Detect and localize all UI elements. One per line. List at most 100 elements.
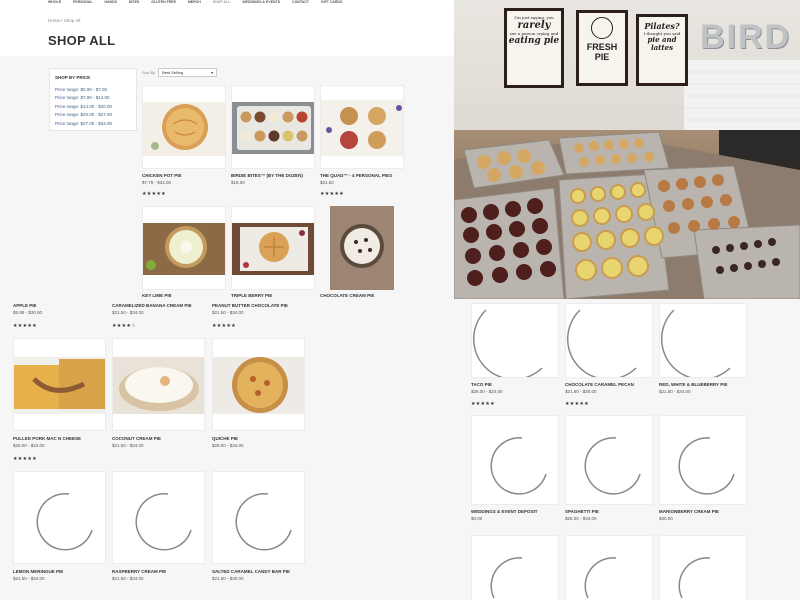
- product-image-triple-berry-pie[interactable]: [231, 206, 315, 290]
- product-rating: ★★★★★: [13, 456, 37, 462]
- product-image-the-quad[interactable]: [320, 85, 404, 169]
- product-name[interactable]: CHOCOLATE CARAMEL PECAN: [565, 382, 634, 387]
- product-name[interactable]: SALTED CARAMEL CANDY BAR PIE: [212, 569, 290, 574]
- breadcrumb-home-link[interactable]: Home: [48, 18, 60, 23]
- loading-spinner-icon: [678, 557, 711, 599]
- product-rating: ★★★★★: [212, 323, 236, 329]
- product-price: $21.50 - $34.00: [659, 389, 691, 394]
- product-image-loading[interactable]: [659, 303, 747, 378]
- product-price: $5.95 - $30.00: [13, 310, 43, 315]
- pie-trays: [454, 131, 800, 299]
- loading-spinner-icon: [235, 493, 292, 551]
- product-name[interactable]: TRIPLE BERRY PIE: [231, 293, 272, 298]
- sort-select[interactable]: Best Selling ▾: [158, 68, 218, 77]
- loading-spinner-icon: [490, 557, 523, 599]
- product-grid-left: APPLE PIE $5.95 - $30.00 ★★★★★ CARAMELIZ…: [0, 299, 322, 600]
- product-name[interactable]: QUICHE PIE: [212, 436, 238, 441]
- product-price: $21.50 - $30.00: [565, 389, 597, 394]
- product-image-pulled-pork-mac[interactable]: [13, 338, 106, 431]
- price-range-link[interactable]: Price range: $14.00 - $20.00: [55, 103, 131, 111]
- sign-text: PIE: [594, 52, 610, 62]
- bakery-photo: I'm just saying, you rarely see a person…: [454, 0, 800, 299]
- product-name[interactable]: LEMON MERINGUE PIE: [13, 569, 63, 574]
- page-title: SHOP ALL: [48, 33, 116, 48]
- product-name[interactable]: WEDDINGS & EVENT DEPOSIT: [471, 509, 538, 514]
- price-range-link[interactable]: Price range: $27.00 - $34.00: [55, 120, 131, 128]
- product-image-loading[interactable]: [212, 471, 305, 564]
- product-name[interactable]: PEANUT BUTTER CHOCOLATE PIE: [212, 303, 288, 308]
- product-price: $21.50 - $34.00: [13, 576, 45, 581]
- sign-text: FRESH: [586, 42, 618, 52]
- sign-text: rarely: [517, 20, 551, 31]
- price-range-link[interactable]: Price range: $20.00 - $27.00: [55, 111, 131, 119]
- product-image-loading[interactable]: [471, 303, 559, 378]
- product-name[interactable]: PULLED PORK MAC N CHEESE: [13, 436, 81, 441]
- product-rating: ★★★★★: [13, 323, 37, 329]
- product-image-loading[interactable]: [112, 471, 205, 564]
- product-image-loading[interactable]: [471, 535, 559, 600]
- product-rating: ★★★★★: [565, 401, 589, 407]
- product-name[interactable]: KEY LIME PIE: [142, 293, 172, 298]
- product-price: $28.00 - $34.00: [13, 443, 45, 448]
- breadcrumb: Home / Shop All: [48, 18, 80, 23]
- price-filter-title: SHOP BY PRICE: [55, 75, 91, 80]
- product-image-loading[interactable]: [471, 415, 559, 505]
- product-image-loading[interactable]: [565, 303, 653, 378]
- product-image-key-lime-pie[interactable]: [142, 206, 226, 290]
- product-image-chocolate-cream-pie[interactable]: [320, 206, 404, 290]
- wall-sign: I'm just saying, you rarely see a person…: [504, 8, 564, 88]
- product-rating: ★★★★☆: [112, 323, 136, 329]
- wall-letters: BIRD: [700, 18, 792, 56]
- breadcrumb-separator: /: [61, 18, 63, 23]
- pie-logo-icon: [591, 17, 613, 39]
- product-name[interactable]: SPAGHETTI PIE: [565, 509, 599, 514]
- product-image-quiche[interactable]: [212, 338, 305, 431]
- product-name[interactable]: BIRDIE BITES™ (BY THE DOZEN): [231, 173, 303, 178]
- product-price: $21.50 - $34.00: [212, 310, 244, 315]
- product-image-loading[interactable]: [659, 415, 747, 505]
- product-price: $21.50 - $34.00: [112, 443, 144, 448]
- product-rating: ★★★★★: [142, 191, 166, 197]
- product-rating: ★★★★★: [320, 191, 344, 197]
- loading-spinner-icon: [566, 309, 637, 377]
- product-name[interactable]: RASPBERRY CREAM PIE: [112, 569, 166, 574]
- product-price: $30.00: [659, 516, 673, 521]
- loading-spinner-icon: [584, 557, 617, 599]
- product-image-birdie-bites[interactable]: [231, 85, 315, 169]
- product-name[interactable]: COCONUT CREAM PIE: [112, 436, 161, 441]
- empty-panel: [322, 299, 468, 600]
- product-name[interactable]: APPLE PIE: [13, 303, 37, 308]
- product-grid-right: TACO PIE $28.00 - $34.00 ★★★★★ CHOCOLATE…: [454, 299, 800, 600]
- product-price: $7.79 - $34.00: [142, 180, 172, 185]
- product-name[interactable]: CHICKEN POT PIE: [142, 173, 182, 178]
- product-name[interactable]: MARIONBERRY CREAM PIE: [659, 509, 719, 514]
- product-price: $21.50 - $30.00: [212, 576, 244, 581]
- breadcrumb-current: Shop All: [63, 18, 81, 23]
- product-name[interactable]: CARAMELIZED BANANA CREAM PIE: [112, 303, 192, 308]
- product-name[interactable]: CHOCOLATE CREAM PIE: [320, 293, 374, 298]
- product-name[interactable]: THE QUAD™ - 4 PERSONAL PIES: [320, 173, 392, 178]
- product-price: $28.00 - $34.00: [565, 516, 597, 521]
- loading-spinner-icon: [135, 493, 192, 551]
- product-image-loading[interactable]: [659, 535, 747, 600]
- price-range-link[interactable]: Price range: $7.00 - $14.00: [55, 94, 131, 102]
- product-image-loading[interactable]: [13, 471, 106, 564]
- product-price: $21.50 - $34.00: [112, 310, 144, 315]
- product-name[interactable]: RED, WHITE & BLUEBERRY PIE: [659, 382, 728, 387]
- shop-all-page: WHOLE PERSONAL HANDS BITES GLUTEN FREE M…: [0, 0, 454, 299]
- product-name[interactable]: TACO PIE: [471, 382, 492, 387]
- sort-label: Sort By: [142, 70, 156, 75]
- wall-sign: FRESH PIE: [576, 10, 628, 86]
- loading-spinner-icon: [472, 309, 543, 377]
- product-image-chicken-pot-pie[interactable]: [142, 85, 226, 169]
- product-image-loading[interactable]: [565, 535, 653, 600]
- product-price: $21.50 - $34.00: [112, 576, 144, 581]
- product-price: $0.00: [471, 516, 483, 521]
- product-image-coconut-cream[interactable]: [112, 338, 205, 431]
- product-price: $21.50: [320, 180, 334, 185]
- price-range-link[interactable]: Price range: $0.00 - $7.00: [55, 86, 131, 94]
- product-image-loading[interactable]: [565, 415, 653, 505]
- price-filter-panel: SHOP BY PRICE Price range: $0.00 - $7.00…: [49, 68, 137, 131]
- loading-spinner-icon: [36, 493, 93, 551]
- product-price: $18.00: [231, 180, 245, 185]
